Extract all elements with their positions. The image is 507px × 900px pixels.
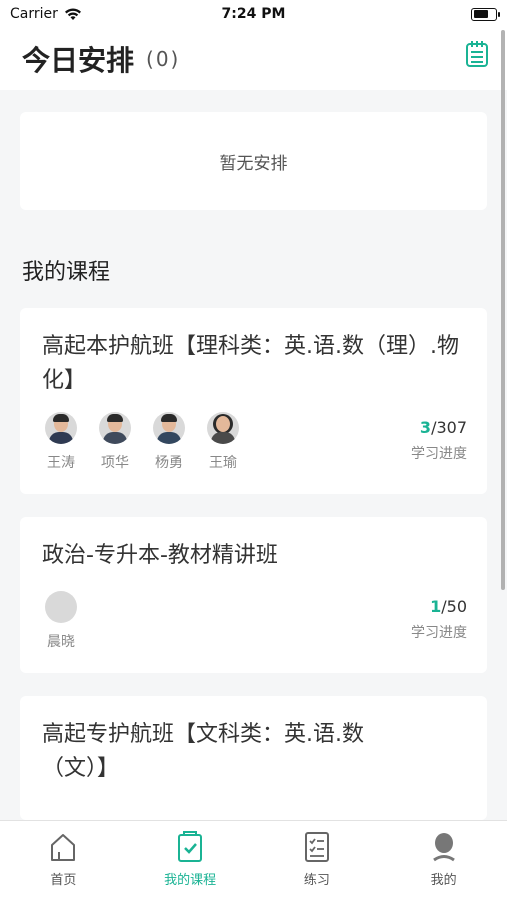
course-title: 高起专护航班【文科类：英.语.数（文）】 xyxy=(42,722,364,781)
teacher-list: 晨晓 xyxy=(38,591,84,651)
tab-bar: 首页 我的课程 练习 我的 xyxy=(0,820,507,900)
progress-total: /50 xyxy=(441,597,467,616)
course-card[interactable]: 高起本护航班【理科类：英.语.数（理）.物化】 王涛 项华 杨勇 王瑜 3/30… xyxy=(20,308,487,494)
battery-icon xyxy=(471,7,500,21)
course-card[interactable]: 高起专护航班【文科类：英.语.数（文）】 xyxy=(20,696,487,820)
progress-done: 3 xyxy=(419,418,432,437)
calendar-icon[interactable] xyxy=(465,40,489,68)
teacher: 王瑜 xyxy=(200,412,246,472)
empty-schedule-text: 暂无安排 xyxy=(219,153,288,174)
progress-done: 1 xyxy=(430,597,442,616)
wifi-icon xyxy=(64,8,81,20)
carrier-label: Carrier xyxy=(10,6,58,22)
course-progress: 1/50 学习进度 xyxy=(411,597,467,642)
progress-label: 学习进度 xyxy=(411,625,467,641)
teacher-name: 王瑜 xyxy=(209,455,237,471)
avatar xyxy=(99,412,131,444)
teacher-name: 晨晓 xyxy=(47,634,75,650)
course-progress: 3/307 学习进度 xyxy=(411,418,467,463)
progress-label: 学习进度 xyxy=(411,446,467,462)
section-title: 我的课程 xyxy=(22,260,111,285)
tab-label: 我的 xyxy=(430,873,457,888)
avatar xyxy=(45,412,77,444)
practice-icon xyxy=(304,832,329,862)
page-header: 今日安排 (0) xyxy=(0,28,507,90)
teacher: 项华 xyxy=(92,412,138,472)
teacher-name: 项华 xyxy=(101,455,129,471)
home-icon xyxy=(51,834,76,861)
teacher-name: 王涛 xyxy=(47,455,75,471)
page-title: 今日安排 xyxy=(22,44,135,77)
teacher: 晨晓 xyxy=(38,591,84,651)
course-icon xyxy=(178,831,203,862)
tab-practice[interactable]: 练习 xyxy=(254,821,381,900)
progress-total: /307 xyxy=(431,418,467,437)
teacher-name: 杨勇 xyxy=(155,455,183,471)
tab-home[interactable]: 首页 xyxy=(0,821,127,900)
teacher: 杨勇 xyxy=(146,412,192,472)
avatar xyxy=(207,412,239,444)
profile-icon xyxy=(432,833,455,862)
tab-my-courses[interactable]: 我的课程 xyxy=(127,821,254,900)
tab-label: 首页 xyxy=(50,873,77,888)
tab-label: 我的课程 xyxy=(164,873,217,888)
schedule-count: (0) xyxy=(146,47,181,71)
teacher: 王涛 xyxy=(38,412,84,472)
scrollbar[interactable] xyxy=(501,30,505,590)
teacher-list: 王涛 项华 杨勇 王瑜 xyxy=(38,412,246,472)
course-title: 高起本护航班【理科类：英.语.数（理）.物化】 xyxy=(42,334,459,393)
course-title: 政治-专升本-教材精讲班 xyxy=(42,543,278,568)
empty-schedule-card: 暂无安排 xyxy=(20,112,487,210)
course-card[interactable]: 政治-专升本-教材精讲班 晨晓 1/50 学习进度 xyxy=(20,517,487,673)
tab-label: 练习 xyxy=(303,873,330,888)
avatar xyxy=(45,591,77,623)
tab-profile[interactable]: 我的 xyxy=(380,821,507,900)
status-bar: Carrier 7:24 PM xyxy=(0,0,507,28)
avatar xyxy=(153,412,185,444)
